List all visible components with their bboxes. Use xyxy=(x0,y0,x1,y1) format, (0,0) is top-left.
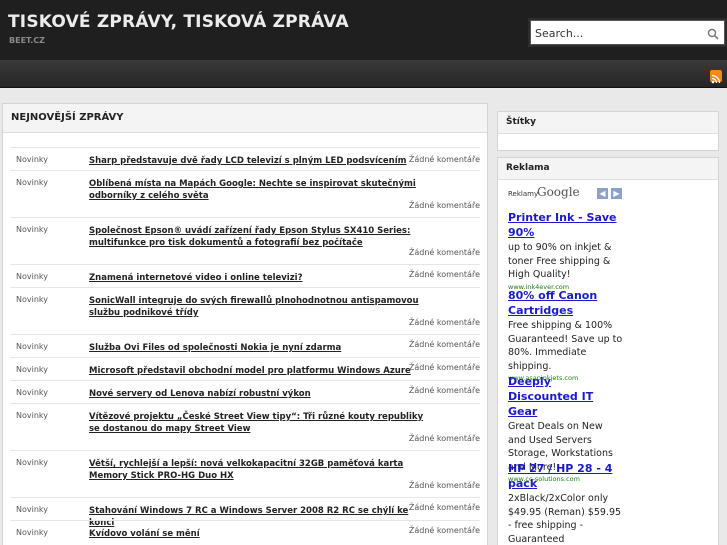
ads-by-label: Reklamy xyxy=(508,190,539,198)
ads-next-button[interactable]: ▶ xyxy=(611,188,622,199)
article-category[interactable]: Novinky xyxy=(16,505,48,514)
google-logo[interactable]: Google xyxy=(537,185,580,199)
article-row: Novinky Společnost Epson® uvádí zařízení … xyxy=(10,217,480,264)
article-row: Novinky Služba Ovi Files od společnosti N… xyxy=(10,334,480,357)
ads-title: Reklama xyxy=(506,163,550,173)
article-row: Novinky Microsoft představil obchodní mod… xyxy=(10,357,480,380)
article-title-link[interactable]: Společnost Epson® uvádí zařízení řady Ep… xyxy=(89,225,424,249)
article-title-link[interactable]: Nové servery od Lenova nabízí robustní v… xyxy=(89,388,424,400)
article-row: Novinky Oblíbená místa na Mapách Google: … xyxy=(10,170,480,217)
search-box xyxy=(530,20,725,45)
ad-description: 2xBlack/2xColor only $49.95 (Reman) $59.… xyxy=(508,493,622,545)
article-category[interactable]: Novinky xyxy=(16,365,48,374)
article-comments-link[interactable]: Žádné komentáře xyxy=(409,526,480,535)
article-comments-link[interactable]: Žádné komentáře xyxy=(409,363,480,372)
article-comments-link[interactable]: Žádné komentáře xyxy=(409,481,480,490)
ad-title-link[interactable]: 80% off Canon Cartridges xyxy=(508,288,623,318)
article-comments-link[interactable]: Žádné komentáře xyxy=(409,503,480,512)
article-title-link[interactable]: Kvídovo volání se mění xyxy=(89,528,424,540)
article-title-link[interactable]: Větší, rychlejší a lepší: nová velkokapa… xyxy=(89,458,424,482)
article-title-link[interactable]: Oblíbená místa na Mapách Google: Nechte … xyxy=(89,178,424,202)
article-comments-link[interactable]: Žádné komentáře xyxy=(409,340,480,349)
ad-description: Free shipping & 100% Guaranteed! Save up… xyxy=(508,320,623,372)
tags-title: Štítky xyxy=(506,117,537,127)
article-comments-link[interactable]: Žádné komentáře xyxy=(409,386,480,395)
article-comments-link[interactable]: Žádné komentáře xyxy=(409,318,480,327)
article-row: Novinky SonicWall integruje do svých fire… xyxy=(10,287,480,334)
article-row: Novinky Kvídovo volání se mění Žádné komen… xyxy=(10,520,480,543)
panel-title: NEJNOVĚJŠÍ ZPRÁVY xyxy=(11,112,124,123)
article-category[interactable]: Novinky xyxy=(16,295,48,304)
article-category[interactable]: Novinky xyxy=(16,272,48,281)
tags-panel: Štítky xyxy=(497,111,719,151)
ad-description: up to 90% on inkjet & toner Free shippin… xyxy=(508,242,612,280)
article-category[interactable]: Novinky xyxy=(16,155,48,164)
site-header: TISKOVÉ ZPRÁVY, TISKOVÁ ZPRÁVA BEET.CZ xyxy=(0,0,727,60)
article-comments-link[interactable]: Žádné komentáře xyxy=(409,201,480,210)
nav-bar xyxy=(0,60,727,88)
tags-header: Štítky xyxy=(498,112,718,134)
ad-item: 80% off Canon Cartridges Free shipping & … xyxy=(508,288,623,382)
article-row: Novinky Sharp představuje dvě řady LCD te… xyxy=(10,147,480,170)
article-title-link[interactable]: Služba Ovi Files od společnosti Nokia je… xyxy=(89,342,424,354)
ad-item: Printer Ink - Save 90% up to 90% on inkje… xyxy=(508,210,623,291)
ads-prev-button[interactable]: ◀ xyxy=(597,188,608,199)
article-title-link[interactable]: Microsoft představil obchodní model pro … xyxy=(89,365,424,377)
search-input[interactable] xyxy=(535,24,703,42)
article-category[interactable]: Novinky xyxy=(16,178,48,187)
article-row: Novinky Vítězové projektu „České Street V… xyxy=(10,403,480,450)
article-category[interactable]: Novinky xyxy=(16,388,48,397)
panel-header: NEJNOVĚJŠÍ ZPRÁVY xyxy=(3,104,487,133)
article-row: Novinky Znamená internetové video i onlin… xyxy=(10,264,480,287)
article-title-link[interactable]: Znamená internetové video i online telev… xyxy=(89,272,424,284)
article-comments-link[interactable]: Žádné komentáře xyxy=(409,434,480,443)
article-title-link[interactable]: Sharp představuje dvě řady LCD televizí … xyxy=(89,155,424,167)
article-title-link[interactable]: Vítězové projektu „České Street View tip… xyxy=(89,411,424,435)
article-row: Novinky Nové servery od Lenova nabízí rob… xyxy=(10,380,480,403)
site-subtitle: BEET.CZ xyxy=(9,36,45,45)
article-category[interactable]: Novinky xyxy=(16,528,48,537)
article-title-link[interactable]: SonicWall integruje do svých firewallů p… xyxy=(89,295,424,319)
ad-title-link[interactable]: HP 27 / HP 28 - 4 pack xyxy=(508,461,623,491)
article-row: Novinky Stahování Windows 7 RC a Windows … xyxy=(10,497,480,528)
article-category[interactable]: Novinky xyxy=(16,411,48,420)
article-category[interactable]: Novinky xyxy=(16,458,48,467)
search-icon[interactable] xyxy=(706,26,720,40)
article-comments-link[interactable]: Žádné komentáře xyxy=(409,270,480,279)
ad-title-link[interactable]: Printer Ink - Save 90% xyxy=(508,210,623,240)
article-row: Novinky Větší, rychlejší a lepší: nová ve… xyxy=(10,450,480,497)
ads-header: Reklama xyxy=(498,158,718,180)
article-category[interactable]: Novinky xyxy=(16,225,48,234)
article-comments-link[interactable]: Žádné komentáře xyxy=(409,155,480,164)
ad-item: HP 27 / HP 28 - 4 pack 2xBlack/2xColor on… xyxy=(508,461,623,545)
article-comments-link[interactable]: Žádné komentáře xyxy=(409,248,480,257)
ad-title-link[interactable]: Deeply Discounted IT Gear xyxy=(508,374,623,419)
article-category[interactable]: Novinky xyxy=(16,342,48,351)
rss-icon[interactable] xyxy=(710,70,722,84)
site-title[interactable]: TISKOVÉ ZPRÁVY, TISKOVÁ ZPRÁVA xyxy=(8,12,349,32)
